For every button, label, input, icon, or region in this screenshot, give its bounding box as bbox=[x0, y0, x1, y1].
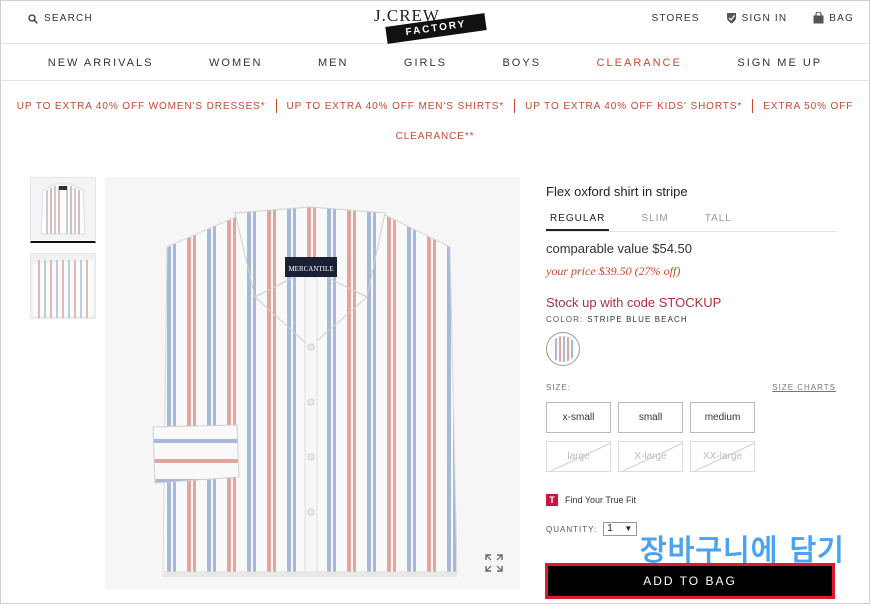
size-row: SIZE: SIZE CHARTS bbox=[546, 383, 836, 392]
size-charts-link[interactable]: SIZE CHARTS bbox=[772, 383, 836, 392]
tab-regular[interactable]: REGULAR bbox=[546, 209, 610, 231]
site-header: SEARCH J.CREW FACTORY STORES SIGN IN BAG bbox=[0, 0, 870, 44]
search-icon bbox=[28, 13, 38, 24]
true-fit-link[interactable]: T Find Your True Fit bbox=[546, 494, 836, 506]
thumbnail-list bbox=[30, 177, 96, 319]
product-panel: Flex oxford shirt in stripe REGULAR SLIM… bbox=[546, 184, 836, 536]
size-x-small[interactable]: x-small bbox=[546, 402, 611, 433]
tab-tall[interactable]: TALL bbox=[701, 209, 736, 231]
shirt-thumbnail-image bbox=[31, 254, 95, 318]
shirt-image: MERCANTILE bbox=[105, 177, 520, 589]
main-nav: NEW ARRIVALS WOMEN MEN GIRLS BOYS CLEARA… bbox=[0, 45, 870, 81]
color-value: STRIPE BLUE BEACH bbox=[587, 315, 688, 324]
product-main-image[interactable]: MERCANTILE bbox=[105, 177, 520, 589]
size-medium[interactable]: medium bbox=[690, 402, 755, 433]
sign-in-link[interactable]: SIGN IN bbox=[726, 12, 788, 24]
sign-in-label: SIGN IN bbox=[741, 12, 788, 24]
size-x-large: X-large bbox=[618, 441, 683, 472]
stores-label: STORES bbox=[651, 12, 700, 24]
nav-boys[interactable]: BOYS bbox=[502, 57, 541, 69]
size-large: large bbox=[546, 441, 611, 472]
product-title: Flex oxford shirt in stripe bbox=[546, 184, 688, 199]
search-link[interactable]: SEARCH bbox=[28, 13, 93, 24]
your-price: your price $39.50 (27% off) bbox=[546, 264, 681, 278]
quantity-select[interactable]: 1 bbox=[603, 522, 638, 536]
thumbnail-back[interactable] bbox=[30, 253, 96, 319]
promo-link-extra[interactable]: EXTRA 50% OFF bbox=[763, 101, 853, 112]
promo-divider bbox=[752, 99, 754, 114]
shirt-label-text: MERCANTILE bbox=[288, 265, 333, 273]
color-row: COLOR: STRIPE BLUE BEACH bbox=[546, 315, 836, 324]
thumbnail-front[interactable] bbox=[30, 177, 96, 243]
size-xx-large: XX-large bbox=[690, 441, 755, 472]
search-label: SEARCH bbox=[44, 13, 93, 24]
promo-link-clearance[interactable]: CLEARANCE** bbox=[0, 122, 870, 152]
swatch-stripe-icon bbox=[550, 336, 576, 362]
shield-icon bbox=[726, 13, 736, 24]
true-fit-label: Find Your True Fit bbox=[565, 495, 637, 505]
size-options: x-small small medium large X-large XX-la… bbox=[546, 402, 836, 472]
quantity-label: QUANTITY: bbox=[546, 524, 598, 534]
bag-link[interactable]: BAG bbox=[813, 12, 854, 24]
color-swatch[interactable] bbox=[546, 332, 580, 366]
size-small[interactable]: small bbox=[618, 402, 683, 433]
promo-divider bbox=[275, 99, 277, 114]
fit-tabs: REGULAR SLIM TALL bbox=[546, 209, 836, 232]
true-fit-icon: T bbox=[546, 494, 558, 506]
stores-link[interactable]: STORES bbox=[652, 13, 700, 24]
promo-banner: UP TO EXTRA 40% OFF WOMEN'S DRESSES* UP T… bbox=[0, 92, 870, 152]
bag-icon bbox=[813, 12, 824, 24]
nav-girls[interactable]: GIRLS bbox=[404, 57, 447, 69]
nav-clearance[interactable]: CLEARANCE bbox=[597, 57, 682, 69]
nav-new-arrivals[interactable]: NEW ARRIVALS bbox=[48, 57, 154, 69]
size-label: SIZE: bbox=[546, 383, 572, 392]
add-to-bag-button[interactable]: ADD TO BAG bbox=[545, 563, 835, 599]
tab-slim[interactable]: SLIM bbox=[637, 209, 672, 231]
nav-sign-me-up[interactable]: SIGN ME UP bbox=[737, 57, 822, 69]
nav-women[interactable]: WOMEN bbox=[209, 57, 262, 69]
nav-men[interactable]: MEN bbox=[318, 57, 348, 69]
color-label: COLOR: bbox=[546, 315, 584, 324]
expand-icon[interactable] bbox=[480, 549, 508, 577]
promo-link-dresses[interactable]: UP TO EXTRA 40% OFF WOMEN'S DRESSES* bbox=[17, 101, 266, 112]
promo-divider bbox=[514, 99, 516, 114]
promo-link-shirts[interactable]: UP TO EXTRA 40% OFF MEN'S SHIRTS* bbox=[287, 101, 505, 112]
comparable-value: comparable value $54.50 bbox=[546, 241, 692, 256]
shirt-thumbnail-image bbox=[31, 178, 95, 240]
bag-label: BAG bbox=[829, 12, 854, 24]
promo-code: Stock up with code STOCKUP bbox=[546, 295, 722, 310]
jcrew-factory-logo[interactable]: J.CREW FACTORY bbox=[372, 6, 488, 44]
promo-link-shorts[interactable]: UP TO EXTRA 40% OFF KIDS' SHORTS* bbox=[525, 101, 742, 112]
